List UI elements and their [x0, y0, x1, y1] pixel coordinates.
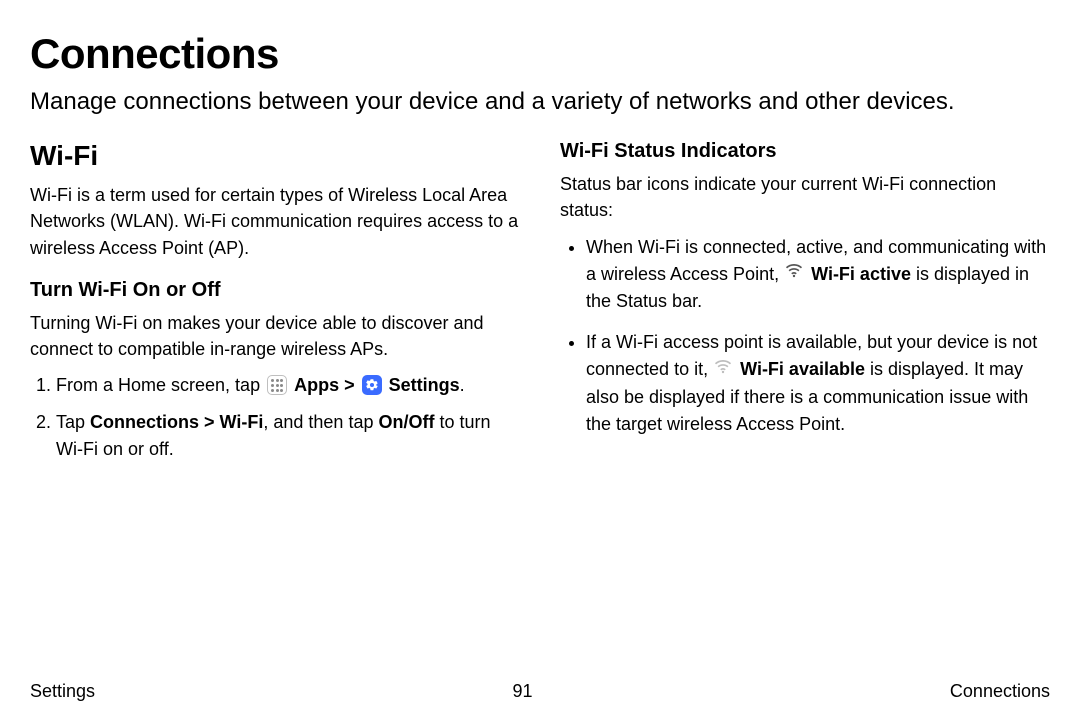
- turn-wifi-description: Turning Wi-Fi on makes your device able …: [30, 310, 520, 362]
- page-intro: Manage connections between your device a…: [30, 86, 1030, 118]
- wifi-available-label: Wi-Fi available: [740, 359, 865, 379]
- step-2-mid: , and then tap: [263, 412, 378, 432]
- right-column: Wi-Fi Status Indicators Status bar icons…: [560, 140, 1050, 472]
- steps-list: From a Home screen, tap Apps > Settings.…: [30, 372, 520, 463]
- apps-label: Apps: [294, 375, 339, 395]
- status-bullets: When Wi-Fi is connected, active, and com…: [560, 234, 1050, 439]
- step-1-text-prefix: From a Home screen, tap: [56, 375, 265, 395]
- turn-wifi-heading: Turn Wi-Fi On or Off: [30, 279, 520, 302]
- wifi-active-icon: [785, 259, 803, 286]
- step-separator: >: [344, 375, 360, 395]
- wifi-active-label: Wi-Fi active: [811, 264, 911, 284]
- page-title: Connections: [30, 30, 1050, 78]
- status-indicators-desc: Status bar icons indicate your current W…: [560, 171, 1050, 223]
- step-2-onoff: On/Off: [378, 412, 434, 432]
- step-1-suffix: .: [460, 375, 465, 395]
- bullet-wifi-active: When Wi-Fi is connected, active, and com…: [586, 234, 1050, 316]
- page-footer: Settings 91 Connections: [30, 681, 1050, 702]
- settings-label: Settings: [389, 375, 460, 395]
- footer-page-number: 91: [512, 681, 532, 702]
- wifi-heading: Wi-Fi: [30, 140, 520, 172]
- left-column: Wi-Fi Wi-Fi is a term used for certain t…: [30, 140, 520, 472]
- step-2-prefix: Tap: [56, 412, 90, 432]
- step-1: From a Home screen, tap Apps > Settings.: [56, 372, 520, 399]
- status-indicators-heading: Wi-Fi Status Indicators: [560, 140, 1050, 163]
- two-column-layout: Wi-Fi Wi-Fi is a term used for certain t…: [30, 140, 1050, 472]
- apps-icon: [267, 375, 287, 395]
- footer-right: Connections: [950, 681, 1050, 702]
- footer-left: Settings: [30, 681, 95, 702]
- settings-icon: [362, 375, 382, 395]
- step-2: Tap Connections > Wi-Fi, and then tap On…: [56, 409, 520, 463]
- wifi-description: Wi-Fi is a term used for certain types o…: [30, 182, 520, 260]
- bullet-wifi-available: If a Wi-Fi access point is available, bu…: [586, 329, 1050, 438]
- step-2-path: Connections > Wi-Fi: [90, 412, 263, 432]
- wifi-available-icon: [714, 355, 732, 382]
